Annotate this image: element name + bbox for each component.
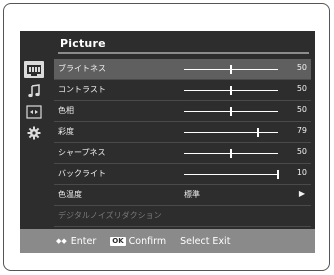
row-value: 50 <box>296 84 307 93</box>
diamond-arrows-icon: ◆◆ <box>56 237 67 245</box>
row-value: 50 <box>296 105 307 114</box>
picture-menu-osd: Picture ブライトネス 50 コントラスト 50 色相 50 彩度 79 … <box>20 31 315 253</box>
sidebar-item-picture[interactable] <box>24 61 44 78</box>
key-guide-footer: ◆◆ Enter OK Confirm Select Exit <box>20 229 315 253</box>
contrast-row[interactable]: コントラスト 50 <box>54 80 311 101</box>
digital-noise-reduction-row: デジタルノイズリダクション <box>54 206 311 227</box>
music-note-icon <box>28 83 40 97</box>
sidebar-item-sound[interactable] <box>24 82 44 99</box>
saturation-row[interactable]: 彩度 79 <box>54 122 311 143</box>
row-label: 色温度 <box>58 190 82 199</box>
settings-gear-icon <box>27 126 41 139</box>
exit-hint: Select Exit <box>180 236 230 247</box>
sidebar-item-settings[interactable] <box>24 124 44 141</box>
exit-label: Select Exit <box>180 235 231 247</box>
row-value: 50 <box>296 147 307 156</box>
picture-icon <box>27 64 41 76</box>
sharpness-row[interactable]: シャープネス 50 <box>54 143 311 164</box>
saturation-slider[interactable] <box>184 132 278 133</box>
row-label: バックライト <box>58 169 106 178</box>
title-divider <box>58 52 309 54</box>
row-label: シャープネス <box>58 148 106 157</box>
backlight-row[interactable]: バックライト 10 <box>54 164 311 185</box>
channel-grid-icon <box>26 104 42 119</box>
row-value: 10 <box>296 168 307 177</box>
row-label: ブライトネス <box>58 64 106 73</box>
slider-knob[interactable] <box>230 86 232 95</box>
row-label: 彩度 <box>58 127 74 136</box>
right-arrow-icon[interactable]: ▶ <box>299 189 305 198</box>
row-label: コントラスト <box>58 85 106 94</box>
row-label: 色相 <box>58 106 74 115</box>
slider-knob[interactable] <box>230 107 232 116</box>
confirm-hint: OK Confirm <box>110 236 166 247</box>
row-label: デジタルノイズリダクション <box>58 211 162 220</box>
slider-knob[interactable] <box>230 149 232 158</box>
slider-knob[interactable] <box>230 65 232 74</box>
color-temperature-row[interactable]: 色温度 標準 ▶ <box>54 185 311 206</box>
menu-sidebar <box>24 61 46 145</box>
settings-list: ブライトネス 50 コントラスト 50 色相 50 彩度 79 シャープネス 5… <box>54 59 311 227</box>
ok-key-icon: OK <box>110 236 126 246</box>
brightness-row[interactable]: ブライトネス 50 <box>54 59 311 80</box>
enter-hint: ◆◆ Enter <box>56 236 96 247</box>
confirm-label: Confirm <box>128 235 167 247</box>
hue-row[interactable]: 色相 50 <box>54 101 311 122</box>
color-temperature-value[interactable]: 標準 <box>184 189 200 200</box>
menu-title: Picture <box>60 37 106 50</box>
slider-knob[interactable] <box>277 170 279 179</box>
enter-label: Enter <box>70 235 97 247</box>
sidebar-item-channel[interactable] <box>24 103 44 120</box>
backlight-slider[interactable] <box>184 174 278 175</box>
slider-knob[interactable] <box>257 128 260 137</box>
row-value: 50 <box>296 63 307 72</box>
row-value: 79 <box>296 126 307 135</box>
